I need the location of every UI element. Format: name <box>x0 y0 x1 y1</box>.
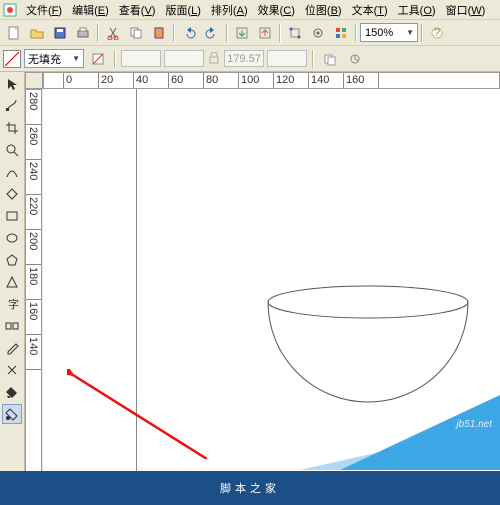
reset-icon[interactable] <box>344 48 366 70</box>
options-icon[interactable] <box>307 22 329 44</box>
menu-effects[interactable]: 效果(C) <box>253 0 300 20</box>
annotation-arrow <box>67 369 207 459</box>
separator <box>312 50 314 68</box>
new-icon[interactable] <box>3 22 25 44</box>
separator <box>421 24 423 42</box>
separator <box>279 24 281 42</box>
paste-icon[interactable] <box>148 22 170 44</box>
menu-window[interactable]: 窗口(W) <box>441 0 491 20</box>
height-field <box>267 50 307 67</box>
interactive-fill-tool-icon[interactable] <box>2 404 22 424</box>
standard-toolbar: 150% ▼ ? <box>0 20 500 46</box>
fill-tool-icon[interactable] <box>2 382 22 402</box>
property-bar: 无填充 ▼ 179.57 <box>0 46 500 72</box>
menu-view[interactable]: 查看(V) <box>114 0 161 20</box>
lock-aspect-icon[interactable] <box>207 52 221 66</box>
footer-banner: 脚本之家 <box>0 471 500 505</box>
menu-file[interactable]: 文件(F) <box>21 0 67 20</box>
smart-draw-icon[interactable] <box>2 184 22 204</box>
copy-properties-icon[interactable] <box>319 48 341 70</box>
copy-icon[interactable] <box>125 22 147 44</box>
app-logo-icon <box>3 3 17 17</box>
fill-type-combo[interactable]: 无填充 ▼ <box>24 49 84 68</box>
chevron-down-icon: ▼ <box>406 28 414 37</box>
undo-icon[interactable] <box>178 22 200 44</box>
zoom-tool-icon[interactable] <box>2 140 22 160</box>
shape-tool-icon[interactable] <box>2 96 22 116</box>
menu-text[interactable]: 文本(T) <box>347 0 393 20</box>
ruler-vertical[interactable]: 280 260 240 220 200 180 160 140 <box>25 89 42 505</box>
snap-icon[interactable] <box>284 22 306 44</box>
separator <box>355 24 357 42</box>
ruler-horizontal[interactable]: 0 20 40 60 80 100 120 140 160 <box>43 72 500 89</box>
app-launcher-icon[interactable] <box>330 22 352 44</box>
svg-text:字: 字 <box>8 297 19 311</box>
menu-edit[interactable]: 编辑(E) <box>67 0 114 20</box>
menu-bitmap[interactable]: 位图(B) <box>300 0 347 20</box>
menu-layout[interactable]: 版面(L) <box>160 0 205 20</box>
pick-tool-icon[interactable] <box>2 74 22 94</box>
help-icon[interactable]: ? <box>426 22 448 44</box>
freehand-tool-icon[interactable] <box>2 162 22 182</box>
fill-swatch-icon[interactable] <box>3 50 21 68</box>
edit-fill-icon[interactable] <box>87 48 109 70</box>
basic-shapes-icon[interactable] <box>2 272 22 292</box>
svg-text:?: ? <box>434 27 440 39</box>
separator <box>114 50 116 68</box>
watermark-url: jb51.net <box>456 419 492 430</box>
pos-y-field <box>164 50 204 67</box>
toolbox: 字 <box>0 72 25 505</box>
crop-tool-icon[interactable] <box>2 118 22 138</box>
width-field: 179.57 <box>224 50 264 67</box>
import-icon[interactable] <box>231 22 253 44</box>
separator <box>97 24 99 42</box>
cut-icon[interactable] <box>102 22 124 44</box>
rectangle-tool-icon[interactable] <box>2 206 22 226</box>
separator <box>173 24 175 42</box>
chevron-down-icon: ▼ <box>72 54 80 63</box>
polygon-tool-icon[interactable] <box>2 250 22 270</box>
outline-tool-icon[interactable] <box>2 360 22 380</box>
print-icon[interactable] <box>72 22 94 44</box>
pos-x-field <box>121 50 161 67</box>
menu-arrange[interactable]: 排列(A) <box>206 0 253 20</box>
redo-icon[interactable] <box>201 22 223 44</box>
zoom-value: 150% <box>365 27 393 39</box>
text-tool-icon[interactable]: 字 <box>2 294 22 314</box>
ellipse-tool-icon[interactable] <box>2 228 22 248</box>
save-icon[interactable] <box>49 22 71 44</box>
footer-text: 脚本之家 <box>220 480 280 496</box>
menu-tools[interactable]: 工具(O) <box>393 0 441 20</box>
separator <box>226 24 228 42</box>
open-icon[interactable] <box>26 22 48 44</box>
page-boundary <box>136 89 137 505</box>
fill-type-label: 无填充 <box>28 51 61 67</box>
eyedropper-tool-icon[interactable] <box>2 338 22 358</box>
menu-bar: 文件(F) 编辑(E) 查看(V) 版面(L) 排列(A) 效果(C) 位图(B… <box>0 0 500 20</box>
zoom-combo[interactable]: 150% ▼ <box>360 23 418 42</box>
blend-tool-icon[interactable] <box>2 316 22 336</box>
ruler-origin[interactable] <box>25 72 43 89</box>
export-icon[interactable] <box>254 22 276 44</box>
